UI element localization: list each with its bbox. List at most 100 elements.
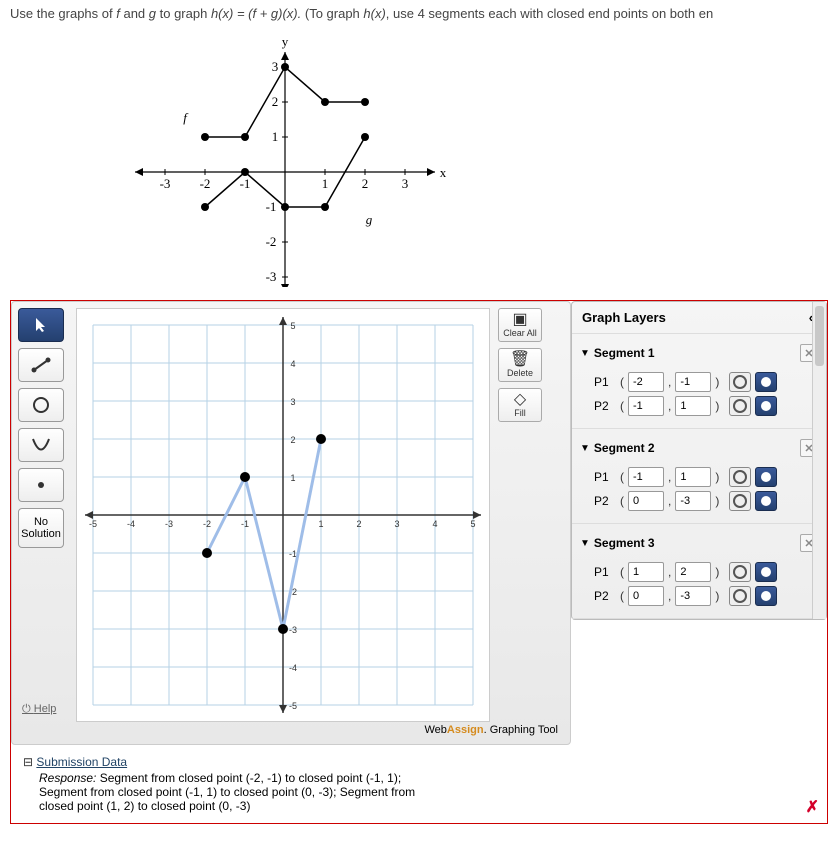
svg-text:-2: -2 bbox=[203, 519, 211, 529]
svg-text:-1: -1 bbox=[240, 176, 251, 191]
y-axis-label: y bbox=[282, 37, 289, 49]
graphing-tool-panel: No Solution bbox=[11, 301, 571, 745]
point-label: P2 bbox=[594, 494, 616, 508]
endpoint-open-button[interactable] bbox=[729, 467, 751, 487]
svg-text:-3: -3 bbox=[289, 625, 297, 635]
question-text: Use the graphs of f and g to graph h(x) … bbox=[0, 0, 838, 27]
point-row: P1(,) bbox=[594, 372, 818, 392]
point-y-input[interactable] bbox=[675, 586, 711, 606]
point-x-input[interactable] bbox=[628, 491, 664, 511]
endpoint-open-button[interactable] bbox=[729, 396, 751, 416]
point-row: P2(,) bbox=[594, 491, 818, 511]
graph-canvas[interactable]: -5-4-3-2-1 12345 54321 -1-2-3-4-5 bbox=[76, 308, 490, 722]
incorrect-icon: ✗ bbox=[806, 797, 819, 817]
parabola-tool[interactable] bbox=[18, 428, 64, 462]
fill-icon: ◇ bbox=[501, 392, 539, 408]
fill-button[interactable]: ◇ Fill bbox=[498, 388, 542, 422]
tool-palette: No Solution bbox=[18, 308, 70, 548]
svg-text:1: 1 bbox=[272, 129, 279, 144]
x-axis-label: x bbox=[440, 165, 447, 180]
svg-text:4: 4 bbox=[290, 359, 295, 369]
svg-text:-3: -3 bbox=[165, 519, 173, 529]
endpoint-closed-button[interactable] bbox=[755, 562, 777, 582]
point-y-input[interactable] bbox=[675, 562, 711, 582]
svg-text:-5: -5 bbox=[89, 519, 97, 529]
f-label: f bbox=[183, 110, 189, 125]
graph-layers-panel: Graph Layers « ▼ Segment 1✕P1(,)P2(,)▼ S… bbox=[571, 301, 827, 620]
point-label: P2 bbox=[594, 399, 616, 413]
svg-text:-3: -3 bbox=[160, 176, 171, 191]
clear-icon: ▣ bbox=[501, 312, 539, 328]
point-x-input[interactable] bbox=[628, 586, 664, 606]
point-label: P1 bbox=[594, 375, 616, 389]
point-x-input[interactable] bbox=[628, 372, 664, 392]
layers-scrollbar[interactable] bbox=[812, 302, 826, 619]
chevron-down-icon[interactable]: ▼ bbox=[580, 538, 590, 549]
endpoint-open-button[interactable] bbox=[729, 372, 751, 392]
trash-icon: 🗑 bbox=[501, 352, 539, 368]
point-tool[interactable] bbox=[18, 468, 64, 502]
svg-text:3: 3 bbox=[402, 176, 409, 191]
endpoint-closed-button[interactable] bbox=[755, 491, 777, 511]
svg-text:2: 2 bbox=[356, 519, 361, 529]
point-y-input[interactable] bbox=[675, 491, 711, 511]
endpoint-open-button[interactable] bbox=[729, 491, 751, 511]
point-x-input[interactable] bbox=[628, 396, 664, 416]
endpoint-closed-button[interactable] bbox=[755, 467, 777, 487]
answer-area: No Solution bbox=[10, 300, 828, 824]
point-label: P2 bbox=[594, 589, 616, 603]
brand-label: WebAssign. Graphing Tool bbox=[18, 722, 564, 738]
svg-text:2: 2 bbox=[362, 176, 369, 191]
no-solution-button[interactable]: No Solution bbox=[18, 508, 64, 548]
svg-text:1: 1 bbox=[290, 473, 295, 483]
chevron-down-icon[interactable]: ▼ bbox=[580, 443, 590, 454]
layers-title: Graph Layers bbox=[582, 310, 666, 325]
point-x-input[interactable] bbox=[628, 467, 664, 487]
point-x-input[interactable] bbox=[628, 562, 664, 582]
segment-title: Segment 2 bbox=[594, 441, 655, 455]
svg-text:5: 5 bbox=[290, 321, 295, 331]
endpoint-closed-button[interactable] bbox=[755, 372, 777, 392]
svg-text:1: 1 bbox=[318, 519, 323, 529]
point-row: P1(,) bbox=[594, 467, 818, 487]
submission-data-link[interactable]: Submission Data bbox=[36, 755, 127, 769]
point-row: P1(,) bbox=[594, 562, 818, 582]
endpoint-closed-button[interactable] bbox=[755, 396, 777, 416]
point-row: P2(,) bbox=[594, 586, 818, 606]
point-y-input[interactable] bbox=[675, 372, 711, 392]
segment-title: Segment 3 bbox=[594, 536, 655, 550]
svg-text:-5: -5 bbox=[289, 701, 297, 711]
pointer-tool[interactable] bbox=[18, 308, 64, 342]
svg-text:3: 3 bbox=[290, 397, 295, 407]
svg-text:2: 2 bbox=[272, 94, 279, 109]
g-label: g bbox=[366, 212, 373, 227]
svg-text:-3: -3 bbox=[266, 269, 277, 284]
help-link[interactable]: ⏻ Help bbox=[22, 703, 56, 716]
endpoint-open-button[interactable] bbox=[729, 562, 751, 582]
segment-title: Segment 1 bbox=[594, 346, 655, 360]
svg-text:3: 3 bbox=[272, 59, 279, 74]
endpoint-open-button[interactable] bbox=[729, 586, 751, 606]
submission-data: ⊟ Submission Data Response: Segment from… bbox=[11, 745, 827, 823]
endpoint-closed-button[interactable] bbox=[755, 586, 777, 606]
canvas-action-buttons: ▣ Clear All 🗑 Delete ◇ Fill bbox=[496, 308, 544, 422]
point-label: P1 bbox=[594, 565, 616, 579]
svg-text:1: 1 bbox=[322, 176, 329, 191]
svg-text:-2: -2 bbox=[266, 234, 277, 249]
segment-tool[interactable] bbox=[18, 348, 64, 382]
point-y-input[interactable] bbox=[675, 467, 711, 487]
chevron-down-icon[interactable]: ▼ bbox=[580, 348, 590, 359]
svg-text:-4: -4 bbox=[127, 519, 135, 529]
circle-tool[interactable] bbox=[18, 388, 64, 422]
segment-group: ▼ Segment 2✕P1(,)P2(,) bbox=[572, 429, 826, 524]
svg-text:4: 4 bbox=[432, 519, 437, 529]
point-row: P2(,) bbox=[594, 396, 818, 416]
segment-group: ▼ Segment 1✕P1(,)P2(,) bbox=[572, 334, 826, 429]
clear-all-button[interactable]: ▣ Clear All bbox=[498, 308, 542, 342]
svg-text:5: 5 bbox=[470, 519, 475, 529]
delete-button[interactable]: 🗑 Delete bbox=[498, 348, 542, 382]
point-label: P1 bbox=[594, 470, 616, 484]
point-y-input[interactable] bbox=[675, 396, 711, 416]
submission-toggle[interactable]: ⊟ bbox=[23, 755, 36, 769]
svg-text:3: 3 bbox=[394, 519, 399, 529]
